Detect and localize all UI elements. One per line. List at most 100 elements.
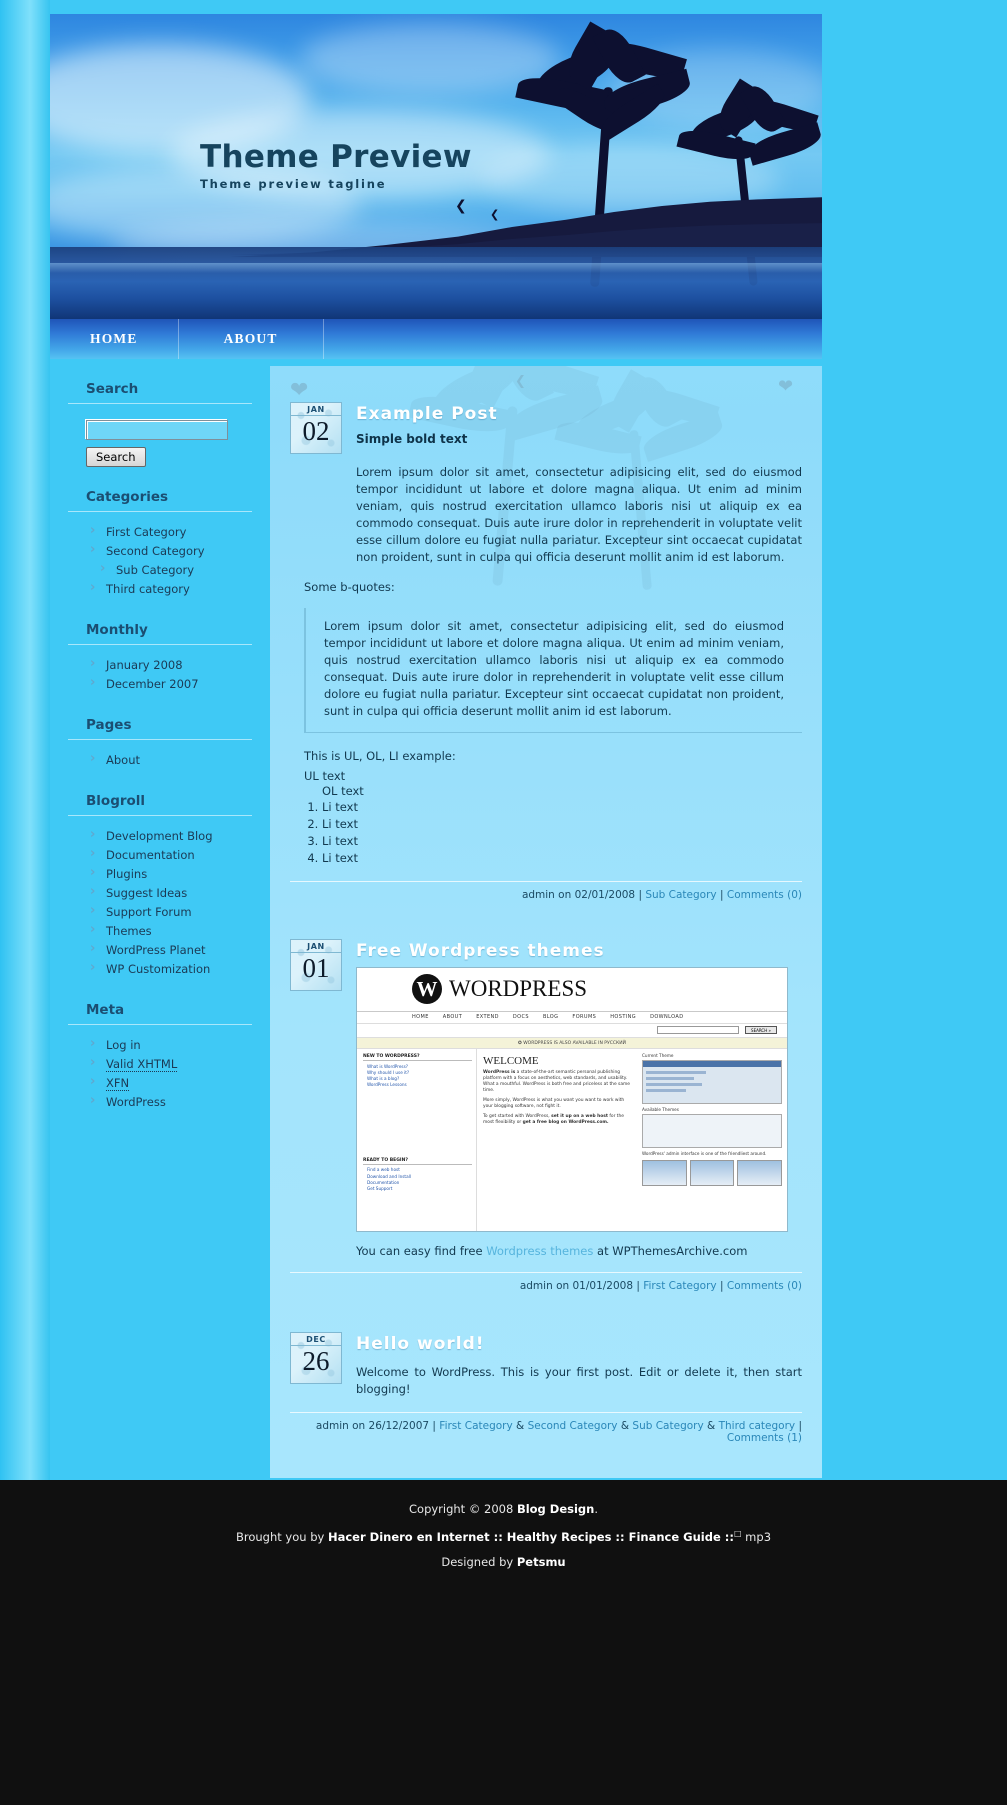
- search-input[interactable]: [86, 420, 228, 440]
- wp-columns: NEW TO WORDPRESS? What is WordPress? Why…: [357, 1049, 787, 1231]
- wordpress-themes-link[interactable]: Wordpress themes: [486, 1244, 593, 1258]
- blogroll-list: Development Blog Documentation Plugins S…: [68, 816, 252, 980]
- post-comments-link[interactable]: Comments (0): [727, 1280, 802, 1292]
- post-comments-link[interactable]: Comments (1): [727, 1432, 802, 1444]
- footer-sponsor-links[interactable]: Hacer Dinero en Internet :: Healthy Reci…: [328, 1530, 734, 1544]
- caption-before: You can easy find free: [356, 1244, 487, 1258]
- post-author-prefix: admin on: [519, 1280, 573, 1292]
- wp-available-themes-thumb: [642, 1114, 782, 1148]
- categories-list: First Category Second Category Sub Categ…: [68, 512, 252, 600]
- meta-link-login[interactable]: Log in: [106, 1038, 141, 1052]
- wordpress-screenshot-image: W WORDPRESS HOME ABOUT EXTEND DOCS BLOG FORUM…: [356, 967, 788, 1232]
- ol-item: Li text: [322, 850, 802, 867]
- post-meta: admin on 02/01/2008 | Sub Category | Com…: [290, 881, 802, 901]
- post-meta: admin on 01/01/2008 | First Category | C…: [290, 1272, 802, 1292]
- wp-screen-thumb: [689, 1160, 735, 1186]
- meta-link-wordpress[interactable]: WordPress: [106, 1095, 166, 1109]
- list-item[interactable]: WP Customization: [84, 960, 252, 980]
- site-header-banner: ❮ ❮ Theme Preview Theme preview tagline: [50, 14, 822, 319]
- list-item[interactable]: Support Forum: [84, 903, 252, 923]
- list-item[interactable]: Valid XHTML: [84, 1055, 252, 1075]
- post-hello-world: DEC 26 Hello world! Welcome to WordPress…: [270, 1292, 822, 1444]
- post-example-post: JAN 02 Example Post Simple bold text Lor…: [270, 366, 822, 901]
- list-item[interactable]: Log in: [84, 1036, 252, 1056]
- water-shine: [50, 263, 822, 273]
- widget-title-pages: Pages: [68, 695, 252, 740]
- site-tagline: Theme preview tagline: [200, 177, 387, 191]
- meta-link-valid-xhtml[interactable]: Valid XHTML: [106, 1057, 178, 1072]
- list-item[interactable]: About: [84, 751, 252, 771]
- page-frame-right: [822, 0, 1007, 1480]
- post-body: Lorem ipsum dolor sit amet, consectetur …: [290, 464, 802, 566]
- footer-copyright-pre: Copyright © 2008: [409, 1502, 517, 1516]
- footer-mp3-link[interactable]: mp3: [742, 1530, 771, 1544]
- ol-item: Li text: [322, 799, 802, 816]
- post-title[interactable]: Hello world!: [356, 1326, 802, 1354]
- widget-blogroll: Blogroll Development Blog Documentation …: [50, 771, 270, 980]
- list-item[interactable]: Sub Category: [84, 561, 252, 581]
- wp-left-head-1: NEW TO WORDPRESS?: [363, 1054, 472, 1061]
- list-item[interactable]: Suggest Ideas: [84, 884, 252, 904]
- meta-link-xfn[interactable]: XFN: [106, 1076, 130, 1091]
- list-item[interactable]: WordPress Planet: [84, 941, 252, 961]
- search-button[interactable]: Search: [86, 447, 146, 467]
- wp-theme-thumb: [642, 1060, 782, 1104]
- list-item[interactable]: January 2008: [84, 656, 252, 676]
- widget-title-categories: Categories: [68, 467, 252, 512]
- pages-list: About: [68, 740, 252, 771]
- wp-thumb-row: [646, 1083, 702, 1086]
- wp-screen-thumb: [737, 1160, 783, 1186]
- post-category-link[interactable]: First Category: [643, 1280, 716, 1292]
- post-category-link[interactable]: Sub Category: [645, 889, 716, 901]
- list-item[interactable]: December 2007: [84, 675, 252, 695]
- blockquote-intro: Some b-quotes:: [304, 580, 395, 594]
- post-title[interactable]: Free Wordpress themes: [356, 933, 802, 961]
- monthly-list: January 2008 December 2007: [68, 645, 252, 695]
- widget-title-search: Search: [68, 359, 252, 404]
- nav-item-about[interactable]: ABOUT: [179, 319, 324, 359]
- wp-left-item: WordPress Lessons: [367, 1082, 407, 1088]
- footer-designer-link[interactable]: Petsmu: [517, 1555, 566, 1569]
- ul-example: UL text OL text: [290, 769, 802, 799]
- wp-screen-thumb: [642, 1160, 687, 1186]
- list-item[interactable]: Second Category: [84, 542, 252, 562]
- site-footer: Copyright © 2008 Blog Design. Brought yo…: [0, 1480, 1007, 1805]
- post-category-link[interactable]: Third category: [719, 1420, 796, 1432]
- list-item[interactable]: First Category: [84, 523, 252, 543]
- wp-thumb-row: [646, 1089, 686, 1092]
- list-item[interactable]: Plugins: [84, 865, 252, 885]
- post-title[interactable]: Example Post: [356, 396, 802, 424]
- list-item[interactable]: WordPress: [84, 1093, 252, 1113]
- post-date-month: JAN: [291, 403, 341, 416]
- footer-credits: Brought you by Hacer Dinero en Internet …: [0, 1529, 1007, 1544]
- list-intro: This is UL, OL, LI example:: [304, 749, 456, 763]
- wp-right-cap-3: WordPress' admin interface is one of the…: [642, 1151, 767, 1156]
- list-item[interactable]: XFN: [84, 1074, 252, 1094]
- post-date-badge: JAN 01: [290, 939, 342, 991]
- post-category-link[interactable]: Sub Category: [632, 1420, 703, 1432]
- wp-p3-bold2: get a free blog on WordPress.com.: [522, 1120, 609, 1125]
- post-date-badge: JAN 02: [290, 402, 342, 454]
- list-item[interactable]: Documentation: [84, 846, 252, 866]
- post-category-link[interactable]: Second Category: [528, 1420, 618, 1432]
- meta-list: Log in Valid XHTML XFN WordPress: [68, 1025, 252, 1113]
- post-category-link[interactable]: First Category: [439, 1420, 512, 1432]
- list-item[interactable]: Themes: [84, 922, 252, 942]
- nav-item-home[interactable]: HOME: [50, 319, 179, 359]
- wp-paragraph-1: WordPress is a state-of-the-art semantic…: [483, 1070, 631, 1094]
- wp-search-row: SEARCH »: [357, 1024, 787, 1038]
- post-header: JAN 02 Example Post Simple bold text: [290, 396, 802, 454]
- list-item[interactable]: Third category: [84, 580, 252, 600]
- post-comments-link[interactable]: Comments (0): [727, 889, 802, 901]
- site-title: Theme Preview: [200, 139, 472, 175]
- wp-thumb-bar: [643, 1061, 781, 1067]
- footer-blog-design-link[interactable]: Blog Design: [517, 1502, 594, 1516]
- widget-title-meta: Meta: [68, 980, 252, 1025]
- widget-monthly: Monthly January 2008 December 2007: [50, 600, 270, 695]
- sidebar: Search Search Categories First Category …: [50, 359, 270, 1480]
- meta-separator: |: [716, 889, 727, 901]
- page-root: ❮ ❮ Theme Preview Theme preview tagline …: [0, 0, 1007, 1805]
- wp-paragraph-3: To get started with WordPress, set it up…: [483, 1114, 631, 1126]
- list-item[interactable]: Development Blog: [84, 827, 252, 847]
- wp-menu-item: ABOUT: [442, 1014, 463, 1020]
